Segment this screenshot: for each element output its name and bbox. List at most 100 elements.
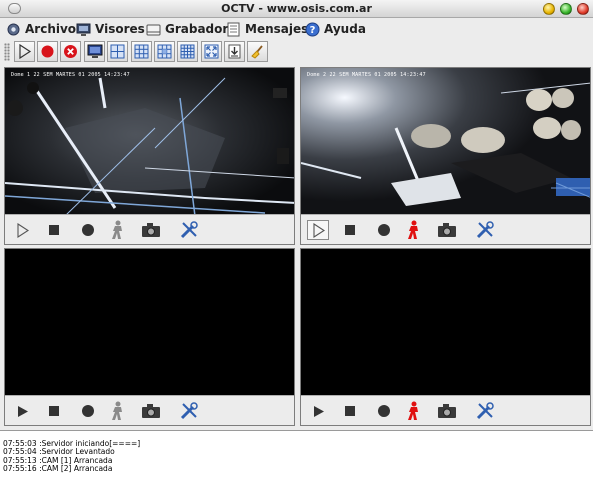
download-button[interactable] [224, 41, 245, 62]
cam-1-motion-button[interactable] [107, 220, 129, 240]
play-icon [312, 222, 325, 238]
record-icon [82, 405, 94, 417]
svg-text:?: ? [310, 25, 316, 36]
record-icon [378, 405, 390, 417]
cam-1-settings-button[interactable] [178, 220, 200, 240]
video-feed-cam-3[interactable] [5, 249, 294, 395]
menu-visores[interactable]: Visores [76, 20, 145, 38]
layout-4x4-button[interactable] [177, 41, 198, 62]
cam-3-stop-button[interactable] [43, 401, 65, 421]
cam-4-stop-button[interactable] [339, 401, 361, 421]
fullscreen-button[interactable] [201, 41, 222, 62]
cam-2-stop-button[interactable] [339, 220, 361, 240]
cam-2-settings-button[interactable] [474, 220, 496, 240]
monitor-icon [76, 22, 91, 37]
viewer-cam-4[interactable] [300, 248, 591, 426]
minimize-button[interactable] [543, 3, 555, 15]
menu-ayuda[interactable]: ? Ayuda [305, 20, 366, 38]
stop-icon [345, 406, 355, 416]
cam-2-play-button[interactable] [307, 220, 329, 240]
cam-1-snapshot-button[interactable] [140, 220, 162, 240]
play-button[interactable] [14, 41, 35, 62]
window-title: OCTV - www.osis.com.ar [221, 2, 372, 15]
menu-ayuda-label: Ayuda [324, 22, 366, 36]
video-feed-cam-1[interactable]: Dome 1 22 SEM MARTES 01 2005 14:23:47 [5, 68, 294, 214]
log-line: 07:55:16 :CAM [2] Arrancada [3, 464, 113, 474]
help-icon: ? [305, 22, 320, 37]
camera-icon [142, 223, 160, 237]
stop-icon [49, 406, 59, 416]
grid-3x3-alt-icon [157, 44, 172, 59]
menu-mensajes[interactable]: Mensajes [226, 20, 308, 38]
cam-3-settings-button[interactable] [178, 401, 200, 421]
grid-3x3-icon [134, 44, 149, 59]
controls-cam-2 [301, 214, 590, 244]
record-button[interactable] [37, 41, 58, 62]
message-log[interactable]: 07:55:03 :Servidor iniciando[====] 07:55… [0, 430, 593, 480]
cam-4-motion-button[interactable] [403, 401, 425, 421]
menu-visores-label: Visores [95, 22, 145, 36]
osd-overlay-cam-2: Dome 2 22 SEM MARTES 01 2005 14:23:47 [307, 72, 426, 78]
video-feed-cam-4[interactable] [301, 249, 590, 395]
camera-image-cam-1 [5, 68, 294, 214]
menu-mensajes-label: Mensajes [245, 22, 309, 36]
viewer-cam-1[interactable]: Dome 1 22 SEM MARTES 01 2005 14:23:47 [4, 67, 295, 245]
play-icon [313, 405, 324, 417]
close-button[interactable] [577, 3, 589, 15]
menu-archivo-label: Archivo [25, 22, 77, 36]
play-icon [17, 405, 28, 417]
broom-icon [251, 45, 263, 59]
viewer-cam-3[interactable] [4, 248, 295, 426]
cam-4-record-button[interactable] [373, 401, 395, 421]
toolbar [0, 40, 593, 64]
cam-3-snapshot-button[interactable] [140, 401, 162, 421]
video-feed-cam-2[interactable]: Dome 2 22 SEM MARTES 01 2005 14:23:47 [301, 68, 590, 214]
stop-record-button[interactable] [60, 41, 81, 62]
camera-icon [438, 404, 456, 418]
app-window: OCTV - www.osis.com.ar Archivo Visores G… [0, 0, 593, 480]
cam-2-record-button[interactable] [373, 220, 395, 240]
cam-3-record-button[interactable] [77, 401, 99, 421]
stop-icon [345, 225, 355, 235]
layout-2x2-button[interactable] [107, 41, 128, 62]
person-icon [112, 220, 122, 239]
cam-4-play-button[interactable] [307, 401, 329, 421]
camera-icon [142, 404, 160, 418]
layout-3x3-alt-button[interactable] [154, 41, 175, 62]
document-icon [226, 22, 241, 37]
menu-bar: Archivo Visores Grabador Mensajes ? Ayud… [0, 18, 593, 40]
grid-2x2-icon [110, 44, 125, 59]
monitor-icon [87, 44, 102, 58]
play-icon [16, 222, 29, 238]
clear-button[interactable] [247, 41, 268, 62]
cam-1-stop-button[interactable] [43, 220, 65, 240]
controls-cam-1 [5, 214, 294, 244]
zoom-button[interactable] [560, 3, 572, 15]
person-icon [112, 401, 122, 420]
cam-4-settings-button[interactable] [474, 401, 496, 421]
record-icon [82, 224, 94, 236]
menu-grabador[interactable]: Grabador [146, 20, 228, 38]
cam-1-play-button[interactable] [11, 220, 33, 240]
cam-1-record-button[interactable] [77, 220, 99, 240]
record-icon [41, 45, 54, 58]
toolbar-grip[interactable] [4, 43, 10, 61]
cam-4-snapshot-button[interactable] [436, 401, 458, 421]
download-icon [228, 44, 241, 59]
cam-3-motion-button[interactable] [107, 401, 129, 421]
monitor-button[interactable] [84, 41, 105, 62]
stop-icon [49, 225, 59, 235]
cam-3-play-button[interactable] [11, 401, 33, 421]
layout-3x3-button[interactable] [131, 41, 152, 62]
controls-cam-3 [5, 395, 294, 425]
tools-icon [476, 402, 494, 420]
viewer-cam-2[interactable]: Dome 2 22 SEM MARTES 01 2005 14:23:47 [300, 67, 591, 245]
menu-grabador-label: Grabador [165, 22, 229, 36]
record-icon [378, 224, 390, 236]
menu-archivo[interactable]: Archivo [6, 20, 76, 38]
stop-icon [64, 45, 77, 58]
recorder-icon [146, 22, 161, 37]
cam-2-snapshot-button[interactable] [436, 220, 458, 240]
camera-icon [438, 223, 456, 237]
cam-2-motion-button[interactable] [403, 220, 425, 240]
